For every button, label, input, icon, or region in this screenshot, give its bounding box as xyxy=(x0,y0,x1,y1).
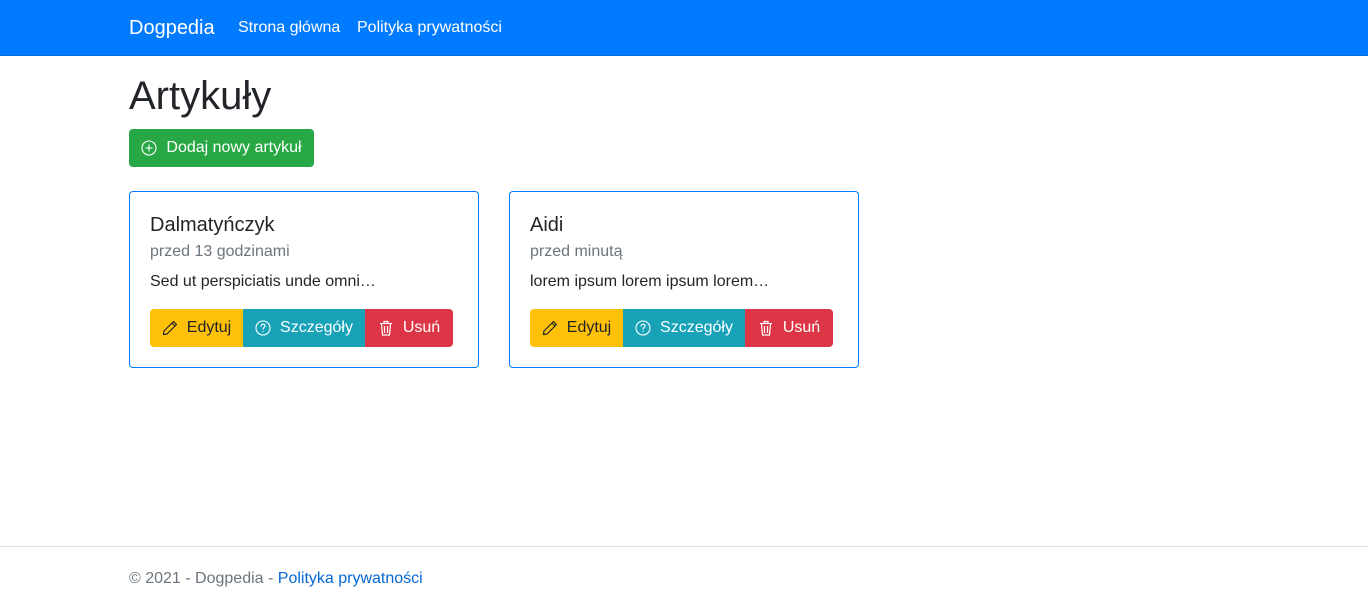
plus-circle-icon xyxy=(141,140,157,156)
delete-label: Usuń xyxy=(782,319,821,336)
add-article-button[interactable]: Dodaj nowy artykuł xyxy=(129,129,314,167)
details-label: Szczegóły xyxy=(660,319,733,336)
edit-button[interactable]: Edytuj xyxy=(530,309,623,347)
edit-button[interactable]: Edytuj xyxy=(150,309,243,347)
add-article-label: Dodaj nowy artykuł xyxy=(166,139,302,156)
delete-button[interactable]: Usuń xyxy=(745,309,833,347)
article-excerpt: Sed ut perspiciatis unde omni… xyxy=(150,273,376,290)
trash-icon xyxy=(379,320,392,336)
article-timestamp: przed minutą xyxy=(530,243,623,260)
article-card: Dalmatyńczyk przed 13 godzinami Sed ut p… xyxy=(129,191,479,368)
question-circle-icon xyxy=(255,320,271,336)
edit-label: Edytuj xyxy=(566,319,612,336)
nav-link-home[interactable]: Strona główna xyxy=(238,18,340,38)
delete-button[interactable]: Usuń xyxy=(365,309,453,347)
nav-link-privacy[interactable]: Polityka prywatności xyxy=(357,18,502,38)
brand-link[interactable]: Dogpedia xyxy=(129,16,215,40)
top-navbar: Dogpedia Strona główna Polityka prywatno… xyxy=(0,0,1368,56)
copyright-text: © 2021 - Dogpedia - xyxy=(129,570,278,587)
page-footer: © 2021 - Dogpedia - Polityka prywatności xyxy=(0,546,1368,607)
details-button[interactable]: Szczegóły xyxy=(623,309,745,347)
page-title: Artykuły xyxy=(129,74,272,118)
article-actions: Edytuj Szczegóły Usuń xyxy=(530,309,833,347)
edit-label: Edytuj xyxy=(186,319,232,336)
delete-label: Usuń xyxy=(402,319,441,336)
article-timestamp: przed 13 godzinami xyxy=(150,243,290,260)
pencil-icon xyxy=(162,320,177,336)
question-circle-icon xyxy=(635,320,651,336)
article-actions: Edytuj Szczegóły Usuń xyxy=(150,309,453,347)
pencil-icon xyxy=(542,320,557,336)
trash-icon xyxy=(759,320,772,336)
article-excerpt: lorem ipsum lorem ipsum lorem… xyxy=(530,273,770,290)
article-title: Dalmatyńczyk xyxy=(150,214,275,236)
details-label: Szczegóły xyxy=(280,319,353,336)
article-card: Aidi przed minutą lorem ipsum lorem ipsu… xyxy=(509,191,859,368)
details-button[interactable]: Szczegóły xyxy=(243,309,365,347)
article-title: Aidi xyxy=(530,214,564,236)
footer-privacy-link[interactable]: Polityka prywatności xyxy=(278,570,423,587)
footer-text: © 2021 - Dogpedia - Polityka prywatności xyxy=(129,569,423,589)
